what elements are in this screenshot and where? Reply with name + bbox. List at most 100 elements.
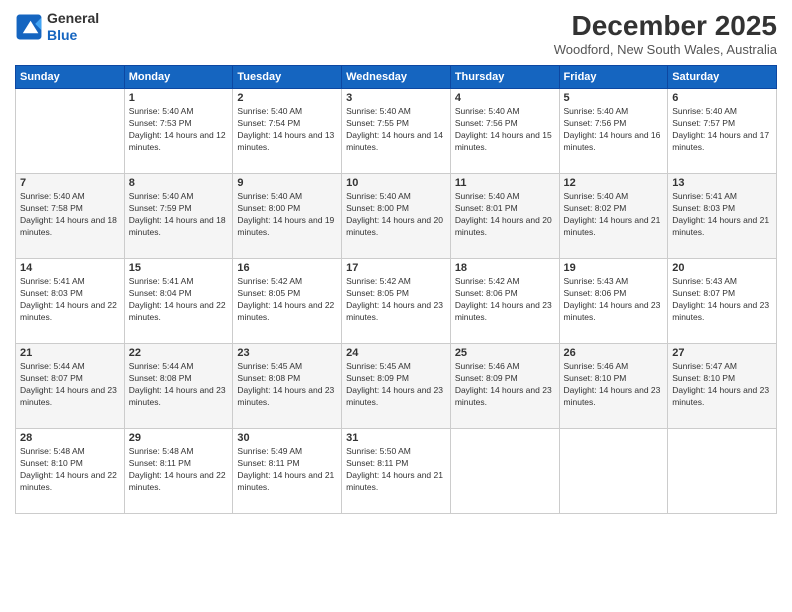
calendar-cell: 26 Sunrise: 5:46 AMSunset: 8:10 PMDayligh… xyxy=(559,344,668,429)
day-number: 22 xyxy=(129,347,229,359)
page: General Blue December 2025 Woodford, New… xyxy=(0,0,792,612)
day-info: Sunrise: 5:40 AMSunset: 7:56 PMDaylight:… xyxy=(564,106,664,154)
week-row-4: 21Sunrise: 5:44 AMSunset: 8:07 PMDayligh… xyxy=(16,344,777,429)
calendar-cell: 30 Sunrise: 5:49 AMSunset: 8:11 PMDayligh… xyxy=(233,429,342,514)
calendar-cell: 25Sunrise: 5:46 AMSunset: 8:09 PMDayligh… xyxy=(450,344,559,429)
day-number: 4 xyxy=(455,92,555,104)
day-number: 6 xyxy=(672,92,772,104)
calendar-cell: 24 Sunrise: 5:45 AMSunset: 8:09 PMDayligh… xyxy=(342,344,451,429)
day-info: Sunrise: 5:45 AMSunset: 8:09 PMDaylight:… xyxy=(346,361,446,409)
week-row-1: 1Sunrise: 5:40 AMSunset: 7:53 PMDaylight… xyxy=(16,89,777,174)
day-number: 28 xyxy=(20,432,120,444)
calendar-cell: 13 Sunrise: 5:41 AMSunset: 8:03 PMDayligh… xyxy=(668,174,777,259)
calendar-cell: 5 Sunrise: 5:40 AMSunset: 7:56 PMDaylight… xyxy=(559,89,668,174)
calendar-cell xyxy=(450,429,559,514)
calendar-cell: 8 Sunrise: 5:40 AMSunset: 7:59 PMDaylight… xyxy=(124,174,233,259)
logo-line2: Blue xyxy=(47,27,99,44)
day-info: Sunrise: 5:40 AMSunset: 7:55 PMDaylight:… xyxy=(346,106,446,154)
day-info: Sunrise: 5:42 AMSunset: 8:06 PMDaylight:… xyxy=(455,276,555,324)
day-header-thursday: Thursday xyxy=(450,66,559,89)
day-number: 5 xyxy=(564,92,664,104)
day-number: 13 xyxy=(672,177,772,189)
day-number: 30 xyxy=(237,432,337,444)
day-number: 14 xyxy=(20,262,120,274)
day-info: Sunrise: 5:48 AMSunset: 8:11 PMDaylight:… xyxy=(129,446,229,494)
day-info: Sunrise: 5:42 AMSunset: 8:05 PMDaylight:… xyxy=(346,276,446,324)
calendar: SundayMondayTuesdayWednesdayThursdayFrid… xyxy=(15,65,777,514)
day-info: Sunrise: 5:45 AMSunset: 8:08 PMDaylight:… xyxy=(237,361,337,409)
calendar-cell: 28 Sunrise: 5:48 AMSunset: 8:10 PMDayligh… xyxy=(16,429,125,514)
day-number: 26 xyxy=(564,347,664,359)
day-number: 8 xyxy=(129,177,229,189)
calendar-cell: 22 Sunrise: 5:44 AMSunset: 8:08 PMDayligh… xyxy=(124,344,233,429)
day-number: 16 xyxy=(237,262,337,274)
calendar-cell: 4Sunrise: 5:40 AMSunset: 7:56 PMDaylight… xyxy=(450,89,559,174)
day-header-wednesday: Wednesday xyxy=(342,66,451,89)
calendar-cell: 16 Sunrise: 5:42 AMSunset: 8:05 PMDayligh… xyxy=(233,259,342,344)
day-info: Sunrise: 5:40 AMSunset: 7:57 PMDaylight:… xyxy=(672,106,772,154)
day-info: Sunrise: 5:49 AMSunset: 8:11 PMDaylight:… xyxy=(237,446,337,494)
calendar-cell: 9 Sunrise: 5:40 AMSunset: 8:00 PMDaylight… xyxy=(233,174,342,259)
day-info: Sunrise: 5:40 AMSunset: 8:02 PMDaylight:… xyxy=(564,191,664,239)
day-info: Sunrise: 5:41 AMSunset: 8:03 PMDaylight:… xyxy=(20,276,120,324)
calendar-cell: 19Sunrise: 5:43 AMSunset: 8:06 PMDayligh… xyxy=(559,259,668,344)
day-info: Sunrise: 5:40 AMSunset: 8:01 PMDaylight:… xyxy=(455,191,555,239)
day-number: 12 xyxy=(564,177,664,189)
day-number: 27 xyxy=(672,347,772,359)
day-info: Sunrise: 5:43 AMSunset: 8:07 PMDaylight:… xyxy=(672,276,772,324)
day-info: Sunrise: 5:41 AMSunset: 8:03 PMDaylight:… xyxy=(672,191,772,239)
logo-line1: General xyxy=(47,10,99,27)
subtitle: Woodford, New South Wales, Australia xyxy=(554,42,777,57)
calendar-cell: 29Sunrise: 5:48 AMSunset: 8:11 PMDayligh… xyxy=(124,429,233,514)
day-number: 20 xyxy=(672,262,772,274)
calendar-cell: 10 Sunrise: 5:40 AMSunset: 8:00 PMDayligh… xyxy=(342,174,451,259)
day-number: 11 xyxy=(455,177,555,189)
calendar-cell: 6 Sunrise: 5:40 AMSunset: 7:57 PMDaylight… xyxy=(668,89,777,174)
calendar-cell: 15Sunrise: 5:41 AMSunset: 8:04 PMDayligh… xyxy=(124,259,233,344)
day-header-tuesday: Tuesday xyxy=(233,66,342,89)
day-info: Sunrise: 5:40 AMSunset: 7:59 PMDaylight:… xyxy=(129,191,229,239)
day-info: Sunrise: 5:40 AMSunset: 7:58 PMDaylight:… xyxy=(20,191,120,239)
calendar-cell: 18 Sunrise: 5:42 AMSunset: 8:06 PMDayligh… xyxy=(450,259,559,344)
calendar-cell: 7Sunrise: 5:40 AMSunset: 7:58 PMDaylight… xyxy=(16,174,125,259)
day-info: Sunrise: 5:40 AMSunset: 8:00 PMDaylight:… xyxy=(346,191,446,239)
week-row-2: 7Sunrise: 5:40 AMSunset: 7:58 PMDaylight… xyxy=(16,174,777,259)
day-number: 10 xyxy=(346,177,446,189)
day-info: Sunrise: 5:44 AMSunset: 8:08 PMDaylight:… xyxy=(129,361,229,409)
day-number: 1 xyxy=(129,92,229,104)
calendar-cell: 12 Sunrise: 5:40 AMSunset: 8:02 PMDayligh… xyxy=(559,174,668,259)
calendar-cell xyxy=(16,89,125,174)
calendar-cell xyxy=(559,429,668,514)
day-number: 31 xyxy=(346,432,446,444)
calendar-cell: 20 Sunrise: 5:43 AMSunset: 8:07 PMDayligh… xyxy=(668,259,777,344)
calendar-cell: 17 Sunrise: 5:42 AMSunset: 8:05 PMDayligh… xyxy=(342,259,451,344)
day-header-sunday: Sunday xyxy=(16,66,125,89)
day-info: Sunrise: 5:46 AMSunset: 8:10 PMDaylight:… xyxy=(564,361,664,409)
day-info: Sunrise: 5:47 AMSunset: 8:10 PMDaylight:… xyxy=(672,361,772,409)
calendar-cell: 31Sunrise: 5:50 AMSunset: 8:11 PMDayligh… xyxy=(342,429,451,514)
calendar-cell: 23Sunrise: 5:45 AMSunset: 8:08 PMDayligh… xyxy=(233,344,342,429)
day-number: 9 xyxy=(237,177,337,189)
logo-text: General Blue xyxy=(47,10,99,44)
calendar-cell: 14 Sunrise: 5:41 AMSunset: 8:03 PMDayligh… xyxy=(16,259,125,344)
calendar-cell: 27 Sunrise: 5:47 AMSunset: 8:10 PMDayligh… xyxy=(668,344,777,429)
calendar-cell: 1Sunrise: 5:40 AMSunset: 7:53 PMDaylight… xyxy=(124,89,233,174)
day-header-saturday: Saturday xyxy=(668,66,777,89)
day-number: 24 xyxy=(346,347,446,359)
calendar-cell xyxy=(668,429,777,514)
day-info: Sunrise: 5:40 AMSunset: 8:00 PMDaylight:… xyxy=(237,191,337,239)
day-info: Sunrise: 5:48 AMSunset: 8:10 PMDaylight:… xyxy=(20,446,120,494)
week-row-3: 14 Sunrise: 5:41 AMSunset: 8:03 PMDayligh… xyxy=(16,259,777,344)
day-number: 3 xyxy=(346,92,446,104)
day-number: 15 xyxy=(129,262,229,274)
title-area: December 2025 Woodford, New South Wales,… xyxy=(554,10,777,57)
calendar-cell: 2Sunrise: 5:40 AMSunset: 7:54 PMDaylight… xyxy=(233,89,342,174)
day-number: 2 xyxy=(237,92,337,104)
day-header-monday: Monday xyxy=(124,66,233,89)
day-number: 17 xyxy=(346,262,446,274)
logo-icon xyxy=(15,13,43,41)
day-number: 18 xyxy=(455,262,555,274)
day-info: Sunrise: 5:42 AMSunset: 8:05 PMDaylight:… xyxy=(237,276,337,324)
day-info: Sunrise: 5:44 AMSunset: 8:07 PMDaylight:… xyxy=(20,361,120,409)
header: General Blue December 2025 Woodford, New… xyxy=(15,10,777,57)
